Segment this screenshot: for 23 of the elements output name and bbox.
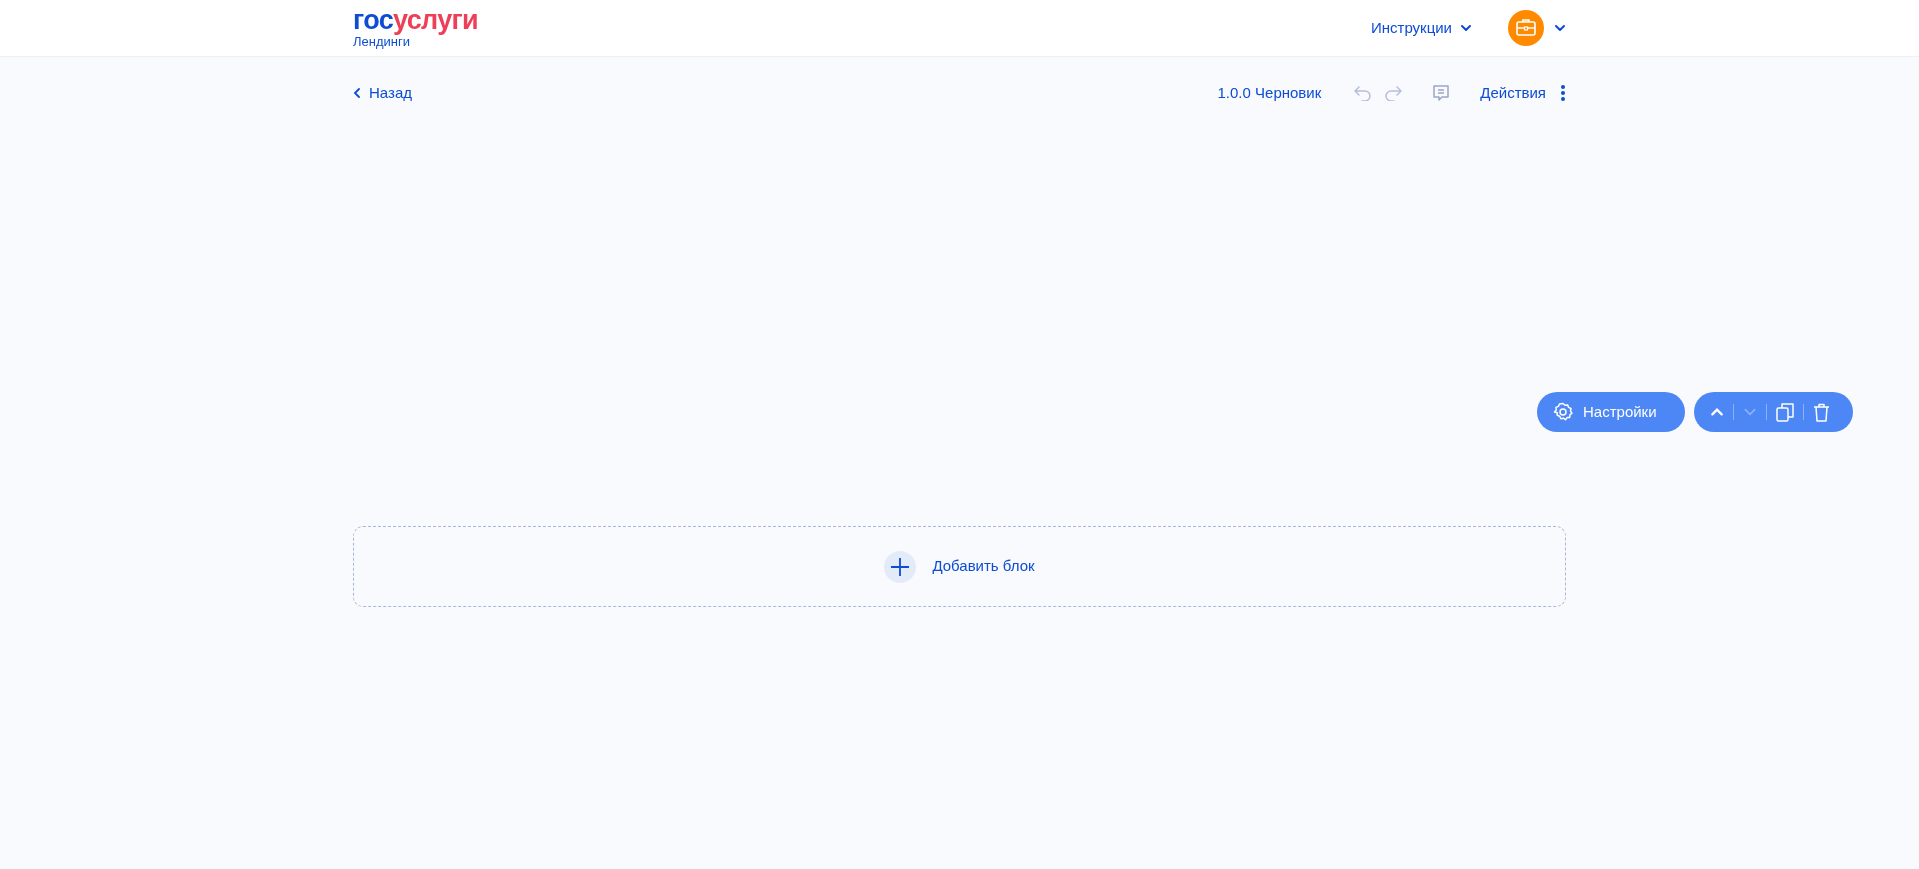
copy-button[interactable] — [1776, 402, 1794, 422]
more-vertical-icon — [1560, 85, 1566, 101]
briefcase-avatar-icon — [1508, 10, 1544, 46]
plus-icon — [884, 550, 917, 583]
chevron-left-icon — [353, 88, 361, 98]
comments-button[interactable] — [1432, 84, 1451, 102]
instructions-menu[interactable]: Инструкции — [1370, 16, 1472, 40]
version-label[interactable]: 1.0.0 Черновик — [1217, 81, 1322, 105]
copy-icon — [1776, 402, 1794, 422]
actions-menu[interactable]: Действия — [1480, 81, 1546, 105]
back-link[interactable]: Назад — [353, 81, 412, 105]
chevron-down-icon — [1460, 22, 1472, 34]
gear-icon — [1553, 402, 1573, 422]
delete-button[interactable] — [1813, 402, 1830, 422]
logo-subtitle: Лендинги — [353, 35, 410, 48]
undo-icon — [1354, 85, 1373, 101]
more-button[interactable] — [1560, 85, 1566, 101]
add-block-area[interactable]: Добавить блок — [353, 526, 1566, 607]
redo-icon — [1384, 85, 1403, 101]
comment-icon — [1432, 84, 1451, 102]
chevron-down-icon — [1554, 22, 1566, 34]
profile-menu[interactable] — [1508, 10, 1566, 46]
trash-icon — [1813, 402, 1830, 422]
